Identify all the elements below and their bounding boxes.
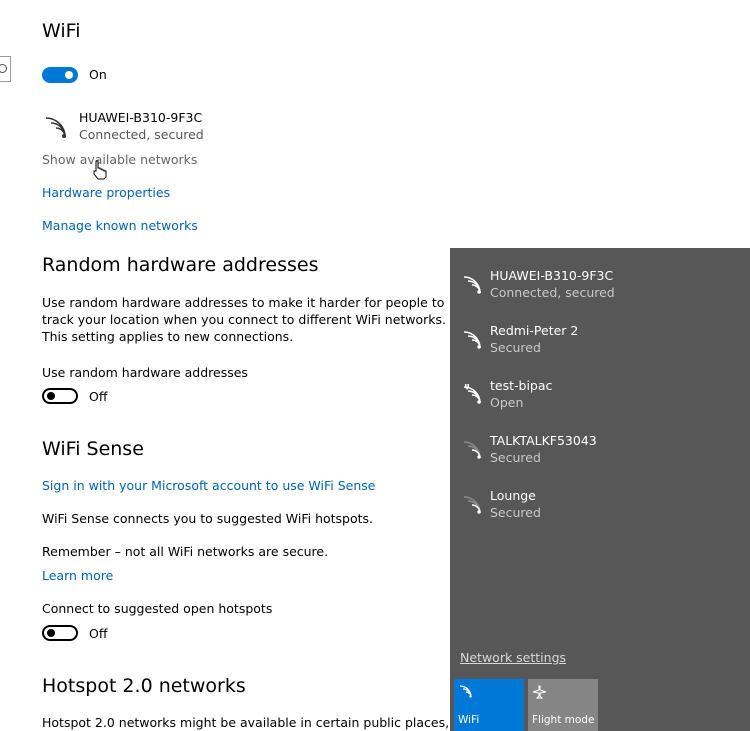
flyout-network-item[interactable]: Lounge Secured xyxy=(462,488,742,532)
random-hw-toggle-state: Off xyxy=(89,389,108,404)
flyout-network-item[interactable]: test-bipac Open xyxy=(462,378,742,422)
network-status: Secured xyxy=(490,450,541,465)
hardware-properties-link[interactable]: Hardware properties xyxy=(42,185,170,200)
network-flyout: HUAWEI-B310-9F3C Connected, secured Redm… xyxy=(450,248,750,731)
sign-in-link[interactable]: Sign in with your Microsoft account to u… xyxy=(42,478,375,493)
wifi-signal-full-icon xyxy=(462,329,484,351)
connect-hotspots-toggle[interactable] xyxy=(42,625,78,641)
random-hw-setting-label: Use random hardware addresses xyxy=(42,365,248,380)
wifi-tile-label: WiFi xyxy=(458,714,480,726)
toggle-knob xyxy=(47,629,55,637)
toggle-knob xyxy=(65,71,73,79)
show-available-networks-link[interactable]: Show available networks xyxy=(42,152,197,167)
network-name: Lounge xyxy=(490,488,536,503)
flight-tile-label: Flight mode xyxy=(532,714,595,726)
network-status: Secured xyxy=(490,505,541,520)
connect-hotspots-toggle-state: Off xyxy=(89,626,108,641)
wifi-signal-weak-icon xyxy=(462,439,484,461)
network-status: Connected, secured xyxy=(490,285,615,300)
network-settings-link[interactable]: Network settings xyxy=(460,650,566,665)
wifi-toggle[interactable] xyxy=(42,67,78,83)
network-status: Secured xyxy=(490,340,541,355)
flight-mode-tile[interactable]: Flight mode xyxy=(528,679,598,731)
wifi-title: WiFi xyxy=(42,20,81,42)
wifi-quick-action-tile[interactable]: WiFi xyxy=(454,679,524,731)
wifi-icon xyxy=(458,684,474,698)
connected-network-status: Connected, secured xyxy=(79,127,204,142)
network-name: Redmi-Peter 2 xyxy=(490,323,579,338)
connected-network-name: HUAWEI-B310-9F3C xyxy=(79,110,203,125)
connected-network[interactable]: HUAWEI-B310-9F3C Connected, secured xyxy=(79,110,204,142)
wifi-sense-title: WiFi Sense xyxy=(42,438,144,460)
random-hw-title: Random hardware addresses xyxy=(42,254,319,276)
flyout-network-item[interactable]: HUAWEI-B310-9F3C Connected, secured xyxy=(462,268,742,312)
wifi-open-warning-icon xyxy=(462,383,484,406)
random-hw-toggle[interactable] xyxy=(42,388,78,404)
network-status: Open xyxy=(490,395,524,410)
airplane-icon xyxy=(532,684,548,699)
network-name: HUAWEI-B310-9F3C xyxy=(490,268,614,283)
toggle-knob xyxy=(47,392,55,400)
description-line: This setting applies to new connections. xyxy=(42,329,294,344)
wifi-sense-description: WiFi Sense connects you to suggested WiF… xyxy=(42,511,374,526)
manage-known-networks-link[interactable]: Manage known networks xyxy=(42,218,198,233)
wifi-toggle-state: On xyxy=(89,67,107,82)
wifi-signal-weak-icon xyxy=(462,494,484,516)
hand-cursor-icon xyxy=(92,160,108,180)
random-hw-description: Use random hardware addresses to make it… xyxy=(42,294,446,345)
connect-hotspots-label: Connect to suggested open hotspots xyxy=(42,601,273,616)
description-line: track your location when you connect to … xyxy=(42,312,447,327)
circle-icon xyxy=(0,64,7,73)
hotspot-description: Hotspot 2.0 networks might be available … xyxy=(42,715,450,730)
flyout-network-item[interactable]: Redmi-Peter 2 Secured xyxy=(462,323,742,367)
wifi-sense-remember: Remember – not all WiFi networks are sec… xyxy=(42,544,329,559)
description-line: Use random hardware addresses to make it… xyxy=(42,295,445,310)
learn-more-link[interactable]: Learn more xyxy=(42,568,113,583)
window-edge-control xyxy=(0,56,11,82)
network-name: test-bipac xyxy=(490,378,553,393)
wifi-signal-icon xyxy=(44,115,70,141)
flyout-network-item[interactable]: TALKTALKF53043 Secured xyxy=(462,433,742,477)
hotspot-title: Hotspot 2.0 networks xyxy=(42,675,246,697)
wifi-signal-full-icon xyxy=(462,274,484,296)
network-name: TALKTALKF53043 xyxy=(490,433,597,448)
